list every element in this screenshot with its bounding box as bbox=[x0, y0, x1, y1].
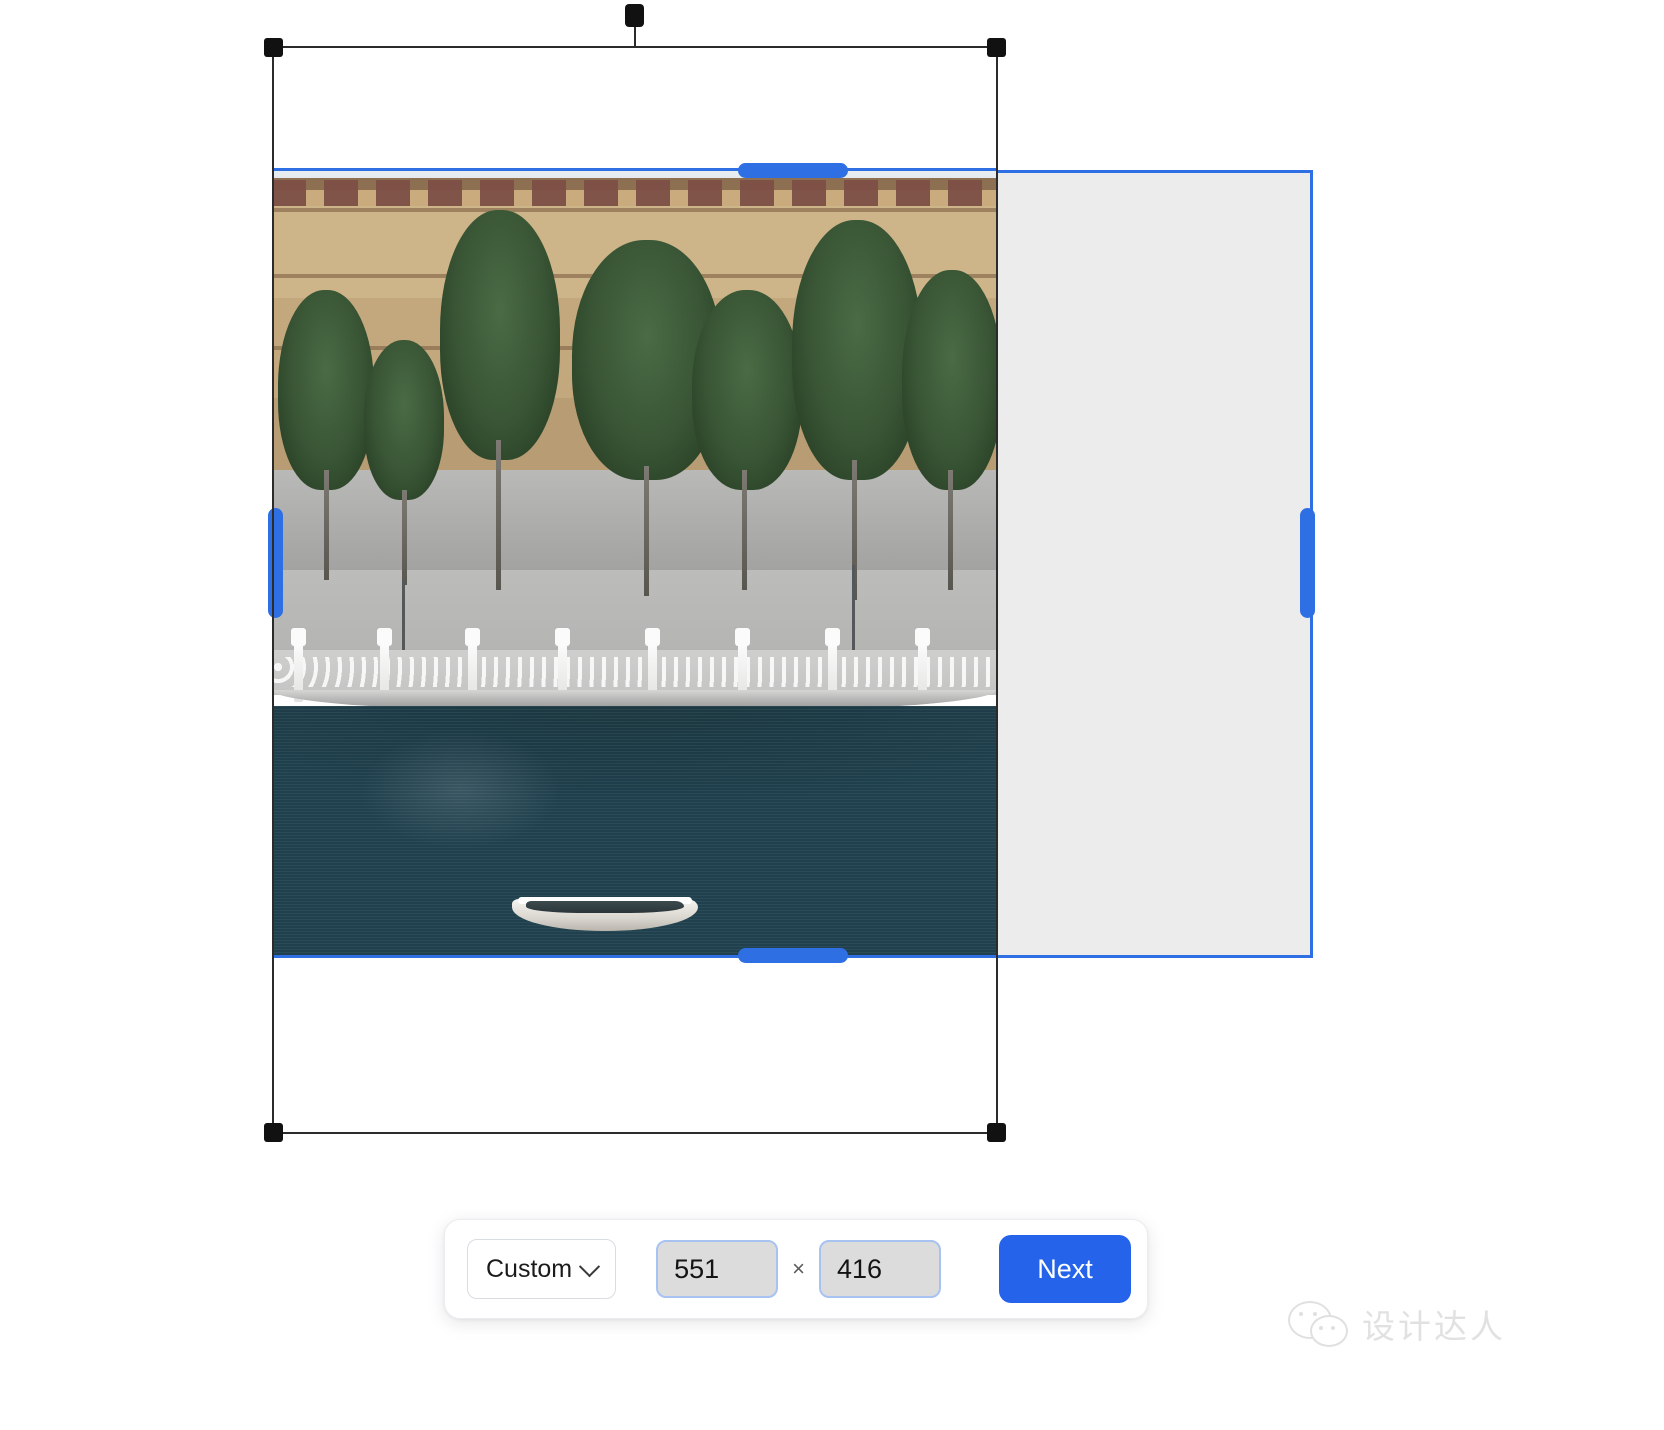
rotate-handle[interactable] bbox=[625, 4, 644, 27]
aspect-preset-label: Custom bbox=[486, 1254, 573, 1283]
crop-target-rectangle[interactable] bbox=[996, 170, 1313, 958]
resize-handle-top-left[interactable] bbox=[264, 38, 283, 57]
wechat-dot bbox=[1313, 1312, 1317, 1316]
chevron-down-icon bbox=[579, 1255, 601, 1277]
crop-toolbar: Custom × Next bbox=[444, 1219, 1148, 1319]
editor-canvas[interactable] bbox=[0, 0, 1664, 1430]
watermark: 设计达人 bbox=[1288, 1300, 1506, 1348]
resize-handle-bottom-right[interactable] bbox=[987, 1123, 1006, 1142]
resize-handle-bottom-left[interactable] bbox=[264, 1123, 283, 1142]
wechat-bubble-small bbox=[1310, 1315, 1348, 1347]
transform-selection-frame[interactable] bbox=[264, 4, 1006, 1142]
next-button[interactable]: Next bbox=[999, 1235, 1131, 1303]
wechat-icon bbox=[1288, 1301, 1350, 1347]
crop-handle-right[interactable] bbox=[1300, 508, 1315, 618]
wechat-dot bbox=[1299, 1312, 1303, 1316]
dimension-separator: × bbox=[792, 1256, 805, 1281]
aspect-preset-dropdown[interactable]: Custom bbox=[467, 1239, 617, 1299]
width-input[interactable] bbox=[656, 1240, 779, 1298]
resize-handle-top-right[interactable] bbox=[987, 38, 1006, 57]
height-input[interactable] bbox=[819, 1240, 941, 1298]
wechat-dot bbox=[1331, 1326, 1335, 1330]
watermark-text: 设计达人 bbox=[1362, 1307, 1506, 1346]
wechat-dot bbox=[1319, 1326, 1323, 1330]
